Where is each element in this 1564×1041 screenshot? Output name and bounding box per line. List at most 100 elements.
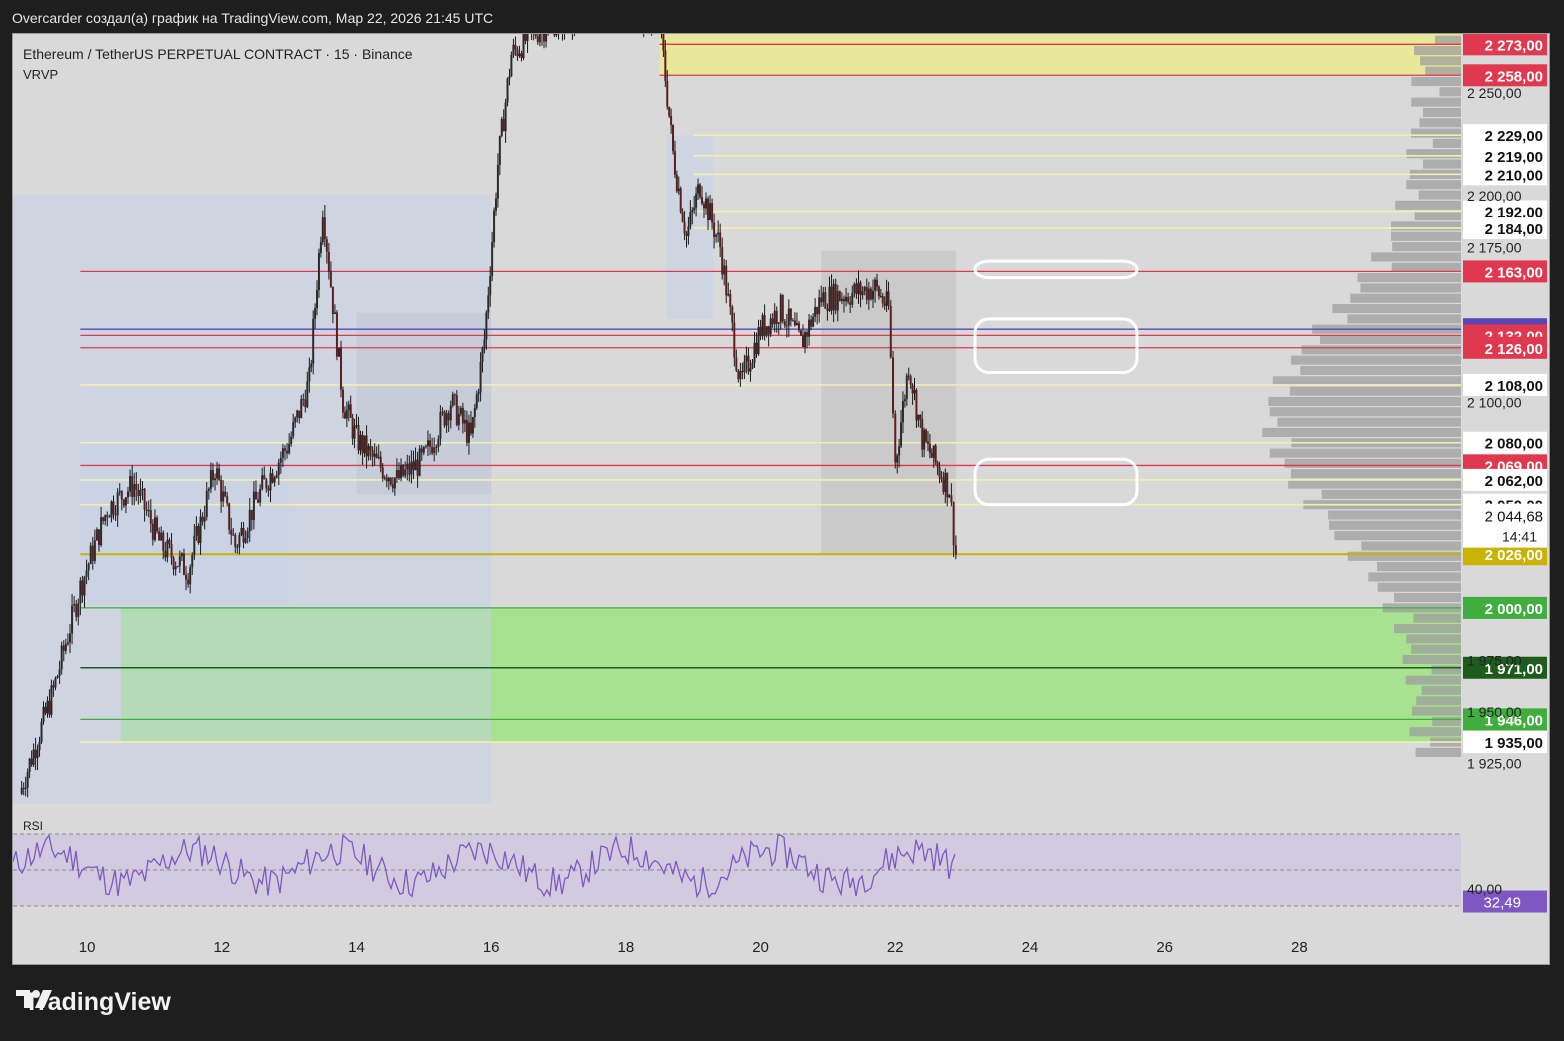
candle-body bbox=[767, 326, 770, 335]
candle-body bbox=[685, 233, 688, 236]
candle-body bbox=[775, 310, 778, 324]
price-chart-svg[interactable]: 2 273,00 2 258,00 2 229,00 2 219,002 210,00… bbox=[13, 34, 1549, 964]
candle-body bbox=[209, 470, 212, 489]
candle-body bbox=[777, 322, 780, 324]
candle-body bbox=[500, 119, 503, 136]
candle-body bbox=[252, 491, 255, 521]
candle-body bbox=[185, 574, 188, 580]
candle-body bbox=[816, 307, 819, 315]
candle-body bbox=[131, 476, 134, 497]
candle-body bbox=[721, 247, 724, 275]
candle-body bbox=[804, 332, 807, 348]
candle-body bbox=[923, 429, 926, 450]
candle-body bbox=[420, 448, 423, 453]
candle-body bbox=[218, 468, 221, 481]
candle-body bbox=[875, 279, 878, 287]
tradingview-brand[interactable]: TradingView bbox=[16, 988, 171, 1017]
candle-body bbox=[343, 412, 346, 419]
volume-profile-bar bbox=[1321, 489, 1461, 499]
price-label-text: 2 000,00 bbox=[1485, 601, 1543, 618]
candle-body bbox=[820, 297, 823, 303]
candle-body bbox=[381, 467, 384, 479]
price-label-text: 2 080,00 bbox=[1485, 436, 1543, 453]
candle-body bbox=[54, 678, 57, 688]
candle-body bbox=[936, 462, 939, 468]
candle-body bbox=[277, 462, 280, 475]
candle-body bbox=[42, 706, 45, 722]
candle-body bbox=[302, 399, 305, 401]
candle-body bbox=[22, 787, 25, 789]
candle-body bbox=[917, 414, 920, 421]
candle-body bbox=[187, 579, 190, 585]
indicator-label-rsi[interactable]: RSI bbox=[23, 819, 43, 833]
candle-body bbox=[176, 566, 179, 568]
candle-body bbox=[853, 283, 856, 294]
candle-body bbox=[257, 499, 260, 503]
candle-body bbox=[707, 198, 710, 221]
candle-body bbox=[203, 517, 206, 522]
candle-body bbox=[242, 527, 245, 543]
candle-body bbox=[461, 407, 464, 424]
candle-body bbox=[555, 34, 558, 36]
candle-body bbox=[765, 326, 768, 336]
candle-body bbox=[28, 758, 31, 772]
candle-body bbox=[538, 34, 541, 43]
candle-body bbox=[759, 327, 762, 337]
price-label-text: 2 229,00 bbox=[1485, 128, 1543, 145]
candle-body bbox=[431, 446, 434, 454]
candle-body bbox=[73, 603, 76, 606]
candle-body bbox=[944, 472, 947, 492]
candle-body bbox=[449, 405, 452, 421]
candle-body bbox=[349, 404, 352, 418]
candle-body bbox=[749, 368, 752, 372]
candle-body bbox=[502, 119, 505, 132]
candle-body bbox=[279, 457, 282, 463]
candle-body bbox=[913, 390, 916, 394]
volume-profile-bar bbox=[1415, 747, 1461, 757]
volume-profile-bar bbox=[1423, 107, 1461, 117]
candle-body bbox=[83, 576, 86, 596]
candle-body bbox=[106, 515, 109, 517]
candle-body bbox=[457, 414, 460, 426]
candle-body bbox=[869, 288, 872, 300]
candle-body bbox=[34, 749, 37, 759]
candle-body bbox=[889, 306, 892, 358]
candle-body bbox=[845, 296, 848, 302]
candle-body bbox=[670, 115, 673, 126]
candle-body bbox=[435, 446, 438, 448]
candle-body bbox=[733, 322, 736, 358]
candle-body bbox=[681, 212, 684, 222]
volume-profile-bar bbox=[1425, 66, 1461, 76]
candle-body bbox=[369, 445, 372, 451]
candle-body bbox=[317, 252, 320, 291]
indicator-label-vrvp[interactable]: VRVP bbox=[23, 67, 58, 82]
candle-body bbox=[814, 307, 817, 317]
candle-body bbox=[323, 217, 326, 240]
candle-body bbox=[62, 645, 65, 651]
symbol-title: Ethereum / TetherUS PERPETUAL CONTRACT ·… bbox=[23, 46, 413, 62]
volume-profile-bar bbox=[1284, 458, 1461, 468]
candle-body bbox=[333, 312, 336, 314]
candle-body bbox=[779, 295, 782, 323]
candle-body bbox=[406, 463, 409, 470]
candle-body bbox=[717, 232, 720, 235]
volume-profile-bar bbox=[1377, 582, 1461, 592]
candle-body bbox=[273, 477, 276, 483]
chart-area[interactable]: 2 273,00 2 258,00 2 229,00 2 219,00 2 210,00… bbox=[12, 33, 1550, 965]
candle-body bbox=[248, 509, 251, 532]
candle-body bbox=[238, 535, 241, 548]
candle-body bbox=[46, 700, 49, 714]
candle-body bbox=[149, 510, 152, 524]
candle-body bbox=[327, 251, 330, 272]
volume-profile-bar bbox=[1329, 520, 1461, 530]
candle-body bbox=[481, 348, 484, 362]
candle-body bbox=[494, 198, 497, 211]
candle-body bbox=[79, 580, 82, 604]
candle-body bbox=[769, 318, 772, 335]
candle-body bbox=[89, 545, 92, 565]
candle-body bbox=[687, 226, 690, 236]
candle-body bbox=[418, 448, 421, 476]
volume-profile-bar bbox=[1272, 376, 1461, 386]
candle-body bbox=[214, 478, 217, 481]
candle-body bbox=[942, 479, 945, 492]
